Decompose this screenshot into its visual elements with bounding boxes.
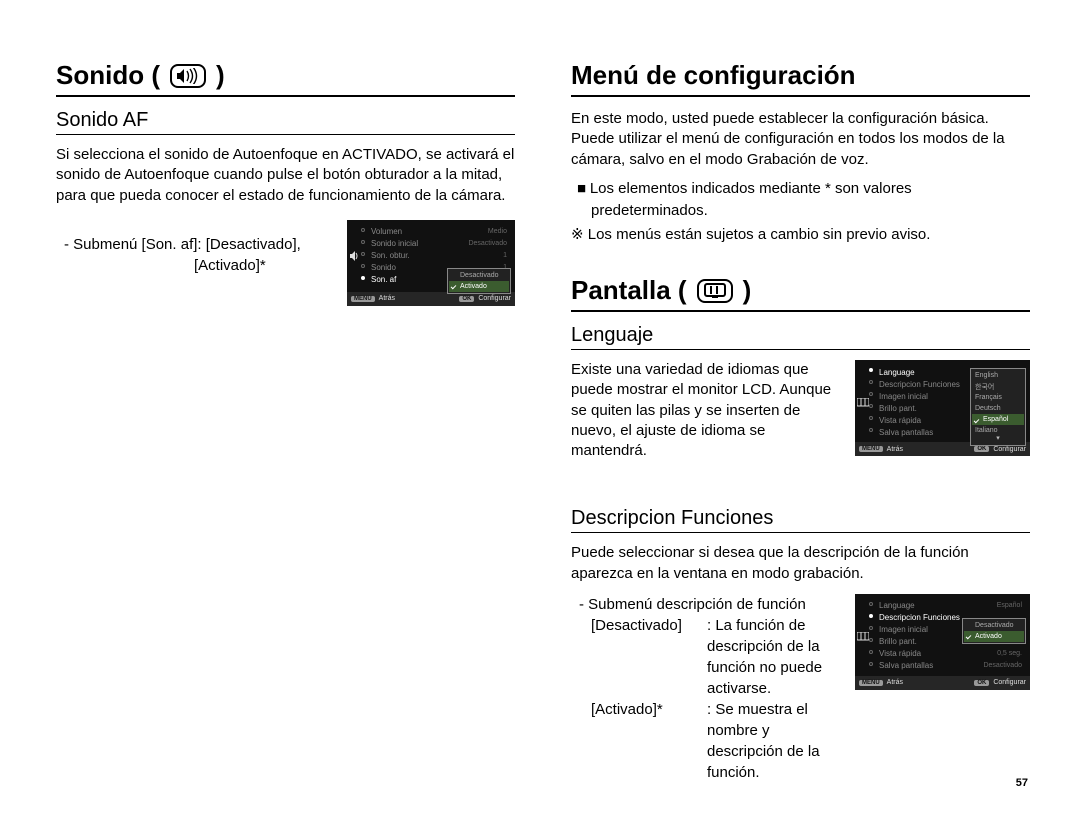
section-title-sonido: Sonido ( ) <box>56 60 515 97</box>
camera-lcd-language: Language Descripcion Funciones Imagen in… <box>855 360 1030 456</box>
lenguaje-paragraph: Existe una variedad de idiomas que puede… <box>571 360 837 461</box>
speaker-icon <box>349 250 361 262</box>
config-paragraph: En este modo, usted puede establecer la … <box>571 109 1030 170</box>
descfunc-submenu: - Submenú descripción de función [Desact… <box>571 594 837 783</box>
subsection-lenguaje: Lenguaje <box>571 324 1030 350</box>
display-icon <box>697 279 733 303</box>
lcd-footer: MENU Atrás OK Configurar <box>347 292 515 306</box>
title-close: ) <box>216 60 225 91</box>
subsection-descfunc: Descripcion Funciones <box>571 507 1030 533</box>
chevron-down-icon: ▾ <box>972 436 1024 444</box>
title-text: Sonido ( <box>56 60 160 91</box>
lcd-popup-lang: English 한국어 Français Deutsch Español Ita… <box>970 368 1026 446</box>
speaker-icon <box>170 64 206 88</box>
page-number: 57 <box>1016 777 1028 789</box>
section-title-menu-config: Menú de configuración <box>571 60 1030 97</box>
camera-lcd-descfunc: LanguageEspañol Descripcion Funciones Im… <box>855 594 1030 690</box>
lcd-popup: Desactivado Activado <box>447 268 511 294</box>
submenu-text: - Submenú [Son. af]: [Desactivado], [Act… <box>56 234 329 276</box>
lcd-popup-descfunc: Desactivado Activado <box>962 618 1026 644</box>
subsection-sonido-af: Sonido AF <box>56 109 515 135</box>
descfunc-paragraph: Puede seleccionar si desea que la descri… <box>571 543 1030 584</box>
display-icon <box>857 632 869 644</box>
bullet-defaults: ■ Los elementos indicados mediante * son… <box>571 178 1030 221</box>
lcd-footer: MENU Atrás OK Configurar <box>855 676 1030 690</box>
sonido-af-paragraph: Si selecciona el sonido de Autoenfoque e… <box>56 145 515 206</box>
display-icon <box>857 398 869 410</box>
camera-lcd-sonaf: VolumenMedio Sonido inicialDesactivado S… <box>347 220 515 306</box>
note-change: ※ Los menús están sujetos a cambio sin p… <box>571 225 1030 245</box>
section-title-pantalla: Pantalla ( ) <box>571 275 1030 312</box>
